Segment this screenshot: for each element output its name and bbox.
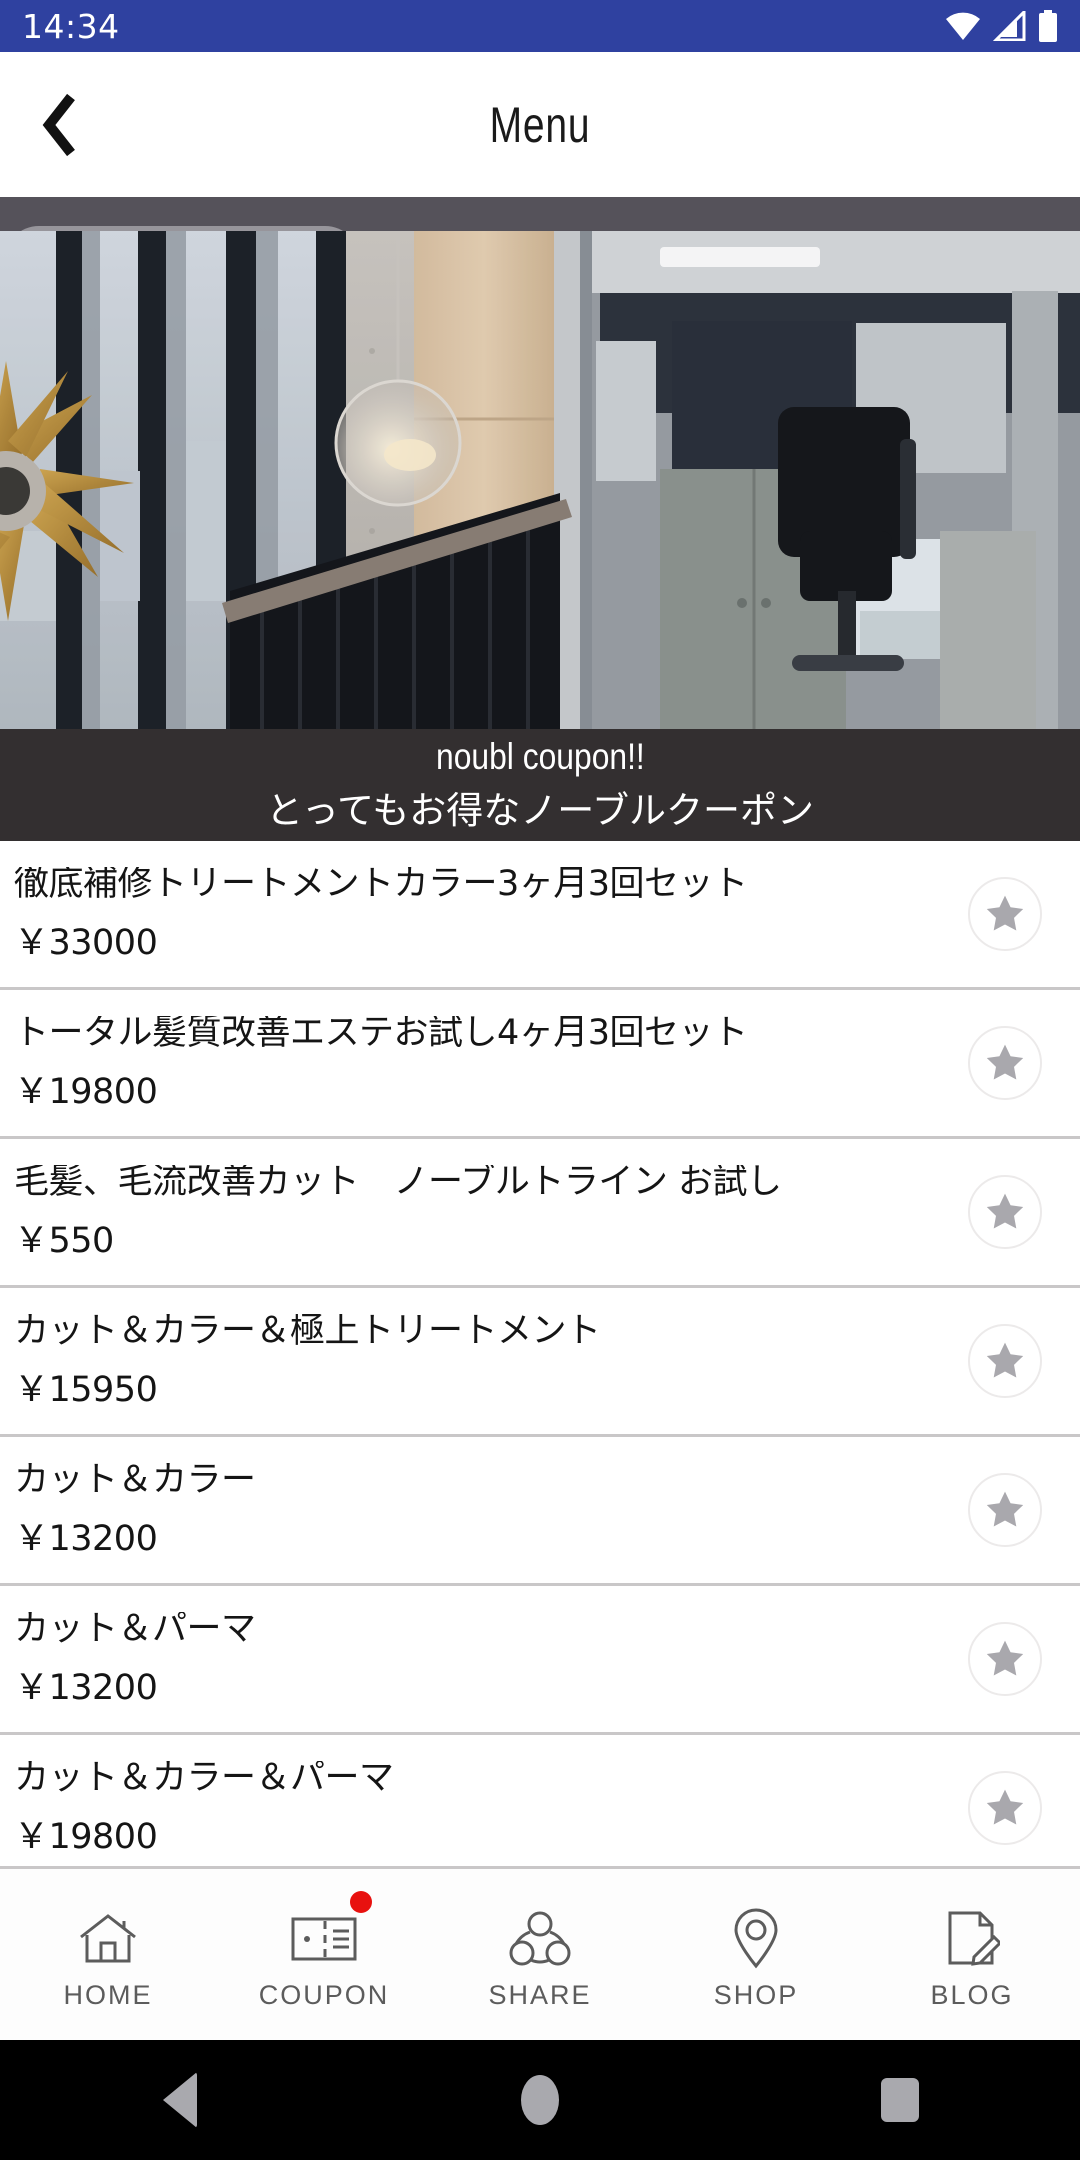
nav-item-shop[interactable]: SHOP (648, 1869, 864, 2043)
star-icon (982, 1636, 1028, 1682)
status-bar: 14:34 (0, 0, 1080, 52)
favorite-button[interactable] (930, 1026, 1080, 1100)
hero-caption-jp: とってもお得なノーブルクーポン (266, 780, 814, 834)
nav-label-shop: SHOP (714, 1980, 799, 2011)
favorite-circle (968, 1622, 1042, 1696)
menu-item-texts: 毛髪、毛流改善カット ノーブルトライン お試し ￥550 (0, 1165, 930, 1259)
nav-item-blog[interactable]: BLOG (864, 1869, 1080, 2043)
status-bar-icons (944, 10, 1058, 42)
table-row[interactable]: カット＆カラー ￥13200 (0, 1437, 1080, 1586)
star-icon (982, 1487, 1028, 1533)
menu-item-texts: 徹底補修トリートメントカラー3ヶ月3回セット ￥33000 (0, 867, 930, 961)
menu-item-name: カット＆カラー＆パーマ (14, 1761, 930, 1796)
star-icon (982, 1338, 1028, 1384)
android-back-button[interactable] (0, 2072, 360, 2128)
menu-item-name: 徹底補修トリートメントカラー3ヶ月3回セット (14, 867, 930, 902)
back-button[interactable] (0, 52, 120, 197)
table-row[interactable]: 徹底補修トリートメントカラー3ヶ月3回セット ￥33000 (0, 841, 1080, 990)
menu-item-price: ￥19800 (14, 1820, 930, 1855)
favorite-button[interactable] (930, 1771, 1080, 1845)
nav-label-blog: BLOG (930, 1980, 1013, 2011)
page-title: Menu (119, 96, 961, 154)
favorite-circle (968, 1175, 1042, 1249)
hero-caption-en: noubl coupon!! (436, 736, 645, 778)
table-row[interactable]: カット＆カラー＆極上トリートメント ￥15950 (0, 1288, 1080, 1437)
menu-item-price: ￥550 (14, 1224, 930, 1259)
nav-item-share[interactable]: SHARE (432, 1869, 648, 2043)
nav-label-share: SHARE (488, 1980, 591, 2011)
map-pin-icon (730, 1908, 782, 1970)
menu-item-name: カット＆カラー＆極上トリートメント (14, 1314, 930, 1349)
app-bar: Menu (0, 52, 1080, 197)
battery-icon (1038, 10, 1058, 42)
favorite-circle (968, 1473, 1042, 1547)
star-icon (982, 1189, 1028, 1235)
table-row[interactable]: カット＆カラー＆パーマ ￥19800 (0, 1735, 1080, 1866)
menu-item-name: カット＆カラー (14, 1463, 930, 1498)
notification-badge (350, 1891, 372, 1913)
cellular-signal-icon (993, 11, 1027, 41)
home-circle-icon (521, 2075, 559, 2125)
hero-banner-image[interactable] (0, 231, 1080, 729)
star-icon (982, 891, 1028, 937)
salon-interior-photo (0, 231, 1080, 729)
favorite-circle (968, 1771, 1042, 1845)
menu-item-price: ￥13200 (14, 1671, 930, 1706)
table-row[interactable]: カット＆パーマ ￥13200 (0, 1586, 1080, 1735)
android-navigation-bar (0, 2040, 1080, 2160)
menu-list[interactable]: 徹底補修トリートメントカラー3ヶ月3回セット ￥33000 トータル髪質改善エス… (0, 841, 1080, 1866)
chevron-left-icon (38, 93, 82, 157)
favorite-circle (968, 877, 1042, 951)
table-row[interactable]: トータル髪質改善エステお試し4ヶ月3回セット ￥19800 (0, 990, 1080, 1139)
menu-item-price: ￥15950 (14, 1373, 930, 1408)
nav-label-home: HOME (64, 1980, 153, 2011)
menu-item-price: ￥13200 (14, 1522, 930, 1557)
phone-screen: 14:34 Menu メニュー (0, 0, 1080, 2160)
bottom-navigation: HOME COUPON (0, 1866, 1080, 2040)
recents-square-icon (881, 2078, 919, 2122)
favorite-button[interactable] (930, 877, 1080, 951)
favorite-button[interactable] (930, 1622, 1080, 1696)
home-icon (77, 1908, 139, 1970)
nav-item-coupon[interactable]: COUPON (216, 1869, 432, 2043)
menu-item-texts: カット＆カラー＆パーマ ￥19800 (0, 1761, 930, 1855)
favorite-circle (968, 1324, 1042, 1398)
menu-item-name: トータル髪質改善エステお試し4ヶ月3回セット (14, 1016, 930, 1051)
table-row[interactable]: 毛髪、毛流改善カット ノーブルトライン お試し ￥550 (0, 1139, 1080, 1288)
menu-item-texts: カット＆カラー＆極上トリートメント ￥15950 (0, 1314, 930, 1408)
menu-item-texts: カット＆カラー ￥13200 (0, 1463, 930, 1557)
document-pencil-icon (944, 1908, 1000, 1970)
status-bar-clock: 14:34 (22, 7, 120, 46)
favorite-circle (968, 1026, 1042, 1100)
menu-item-texts: カット＆パーマ ￥13200 (0, 1612, 930, 1706)
wifi-icon (944, 11, 982, 41)
favorite-button[interactable] (930, 1324, 1080, 1398)
menu-item-texts: トータル髪質改善エステお試し4ヶ月3回セット ￥19800 (0, 1016, 930, 1110)
favorite-button[interactable] (930, 1473, 1080, 1547)
menu-item-name: カット＆パーマ (14, 1612, 930, 1647)
android-home-button[interactable] (360, 2075, 720, 2125)
nav-item-home[interactable]: HOME (0, 1869, 216, 2043)
menu-item-name: 毛髪、毛流改善カット ノーブルトライン お試し (14, 1165, 930, 1200)
back-triangle-icon (163, 2072, 197, 2128)
ticket-icon (291, 1908, 357, 1970)
star-icon (982, 1040, 1028, 1086)
star-icon (982, 1785, 1028, 1831)
menu-item-price: ￥19800 (14, 1075, 930, 1110)
hero-caption: noubl coupon!! とってもお得なノーブルクーポン (0, 729, 1080, 841)
menu-item-price: ￥33000 (14, 926, 930, 961)
nav-label-coupon: COUPON (259, 1980, 390, 2011)
share-icon (509, 1908, 571, 1970)
favorite-button[interactable] (930, 1175, 1080, 1249)
android-recents-button[interactable] (720, 2078, 1080, 2122)
